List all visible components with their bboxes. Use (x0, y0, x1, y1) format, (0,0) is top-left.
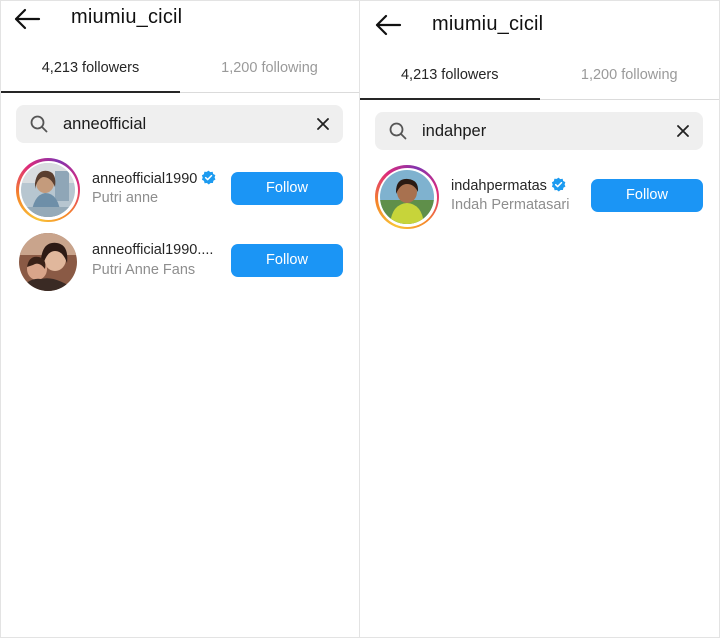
tab-followers[interactable]: 4,213 followers (1, 55, 180, 95)
search-icon (30, 115, 48, 133)
close-icon[interactable] (675, 123, 691, 139)
story-ring (16, 158, 80, 222)
list-item[interactable]: indahpermatas Indah Permatasari Follow (360, 165, 719, 229)
header: miumiu_cicil (360, 1, 719, 41)
username[interactable]: indahpermatas (451, 177, 566, 194)
username[interactable]: anneofficial1990.... (92, 242, 213, 258)
right-screen: miumiu_cicil 4,213 followers 1,200 follo… (359, 0, 720, 638)
avatar[interactable] (380, 170, 434, 224)
page-title: miumiu_cicil (432, 13, 544, 35)
tab-followers[interactable]: 4,213 followers (360, 62, 540, 102)
page-title: miumiu_cicil (71, 6, 183, 28)
active-tab-indicator (360, 98, 540, 100)
story-ring (375, 165, 439, 229)
back-button[interactable] (13, 7, 41, 31)
arrow-left-icon (14, 8, 41, 30)
search-input[interactable]: anneofficial (63, 105, 146, 143)
tab-following[interactable]: 1,200 following (540, 62, 720, 102)
full-name: Putri Anne Fans (92, 262, 196, 278)
search-icon (389, 122, 407, 140)
follow-button[interactable]: Follow (231, 172, 343, 205)
active-tab-indicator (1, 91, 180, 93)
search-field[interactable]: anneofficial (16, 105, 343, 143)
verified-badge-icon (551, 177, 566, 192)
list-item[interactable]: anneofficial1990 Putri anne Follow (1, 158, 359, 222)
avatar-frame (16, 230, 80, 294)
follow-tabs: 4,213 followers 1,200 following (1, 53, 359, 93)
search-field[interactable]: indahper (375, 112, 703, 150)
follow-button[interactable]: Follow (231, 244, 343, 277)
follow-button[interactable]: Follow (591, 179, 703, 212)
username[interactable]: anneofficial1990 (92, 170, 216, 187)
header: miumiu_cicil (1, 1, 359, 41)
avatar[interactable] (19, 233, 77, 291)
left-screen: miumiu_cicil 4,213 followers 1,200 follo… (0, 0, 359, 638)
full-name: Indah Permatasari (451, 197, 570, 213)
avatar[interactable] (21, 163, 75, 217)
verified-badge-icon (202, 170, 216, 185)
back-button[interactable] (374, 13, 402, 37)
full-name: Putri anne (92, 190, 159, 206)
list-item[interactable]: anneofficial1990.... Putri Anne Fans Fol… (1, 230, 359, 294)
follow-tabs: 4,213 followers 1,200 following (360, 60, 719, 100)
arrow-left-icon (375, 14, 402, 36)
close-icon[interactable] (315, 116, 331, 132)
tab-following[interactable]: 1,200 following (180, 55, 359, 95)
search-input[interactable]: indahper (422, 112, 486, 150)
